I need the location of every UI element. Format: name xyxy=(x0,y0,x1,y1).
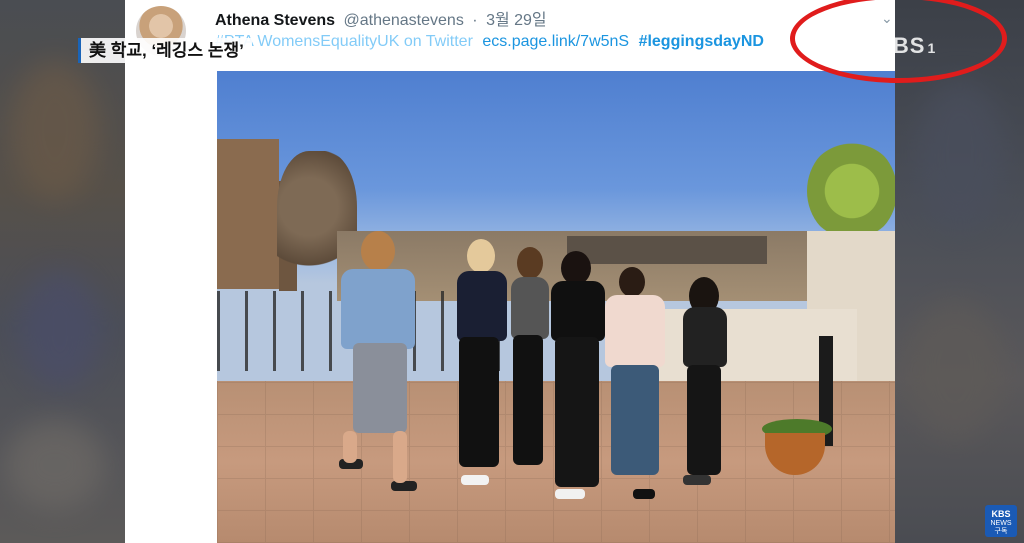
green-tree xyxy=(807,141,895,241)
broadcaster-logo-text: KBS xyxy=(876,33,926,58)
tweet-photo[interactable] xyxy=(217,71,895,543)
subscribe-badge-line2: NEWS xyxy=(990,519,1012,527)
broadcaster-logo: KBS 1 xyxy=(876,33,936,59)
subscribe-badge-line3: 구독 xyxy=(994,528,1008,536)
tweet-link[interactable]: ecs.page.link/7w5nS xyxy=(482,33,629,50)
tweet-text: #PTA WomensEqualityUK on Twitter ecs.pag… xyxy=(215,33,764,51)
news-caption: 美 학교, ‘레깅스 논쟁’ xyxy=(78,38,252,63)
author-handle[interactable]: @athenastevens xyxy=(344,12,464,29)
tweet-author-row: Athena Stevens @athenastevens · 3월 29일 xyxy=(215,6,547,30)
tweet-date[interactable]: 3월 29일 xyxy=(486,12,547,29)
author-name[interactable]: Athena Stevens xyxy=(215,12,335,29)
tweet-faded-text: #PTA WomensEqualityUK on Twitter xyxy=(215,33,473,50)
broadcaster-logo-suffix: 1 xyxy=(927,40,937,56)
left-blurred-background xyxy=(0,0,125,543)
date-separator: · xyxy=(472,12,478,29)
roof xyxy=(567,236,767,264)
tweet-card: Athena Stevens @athenastevens · 3월 29일 ⌄… xyxy=(125,0,1007,543)
brick-building xyxy=(217,139,279,289)
subscribe-badge[interactable]: KBS NEWS 구독 xyxy=(985,505,1017,537)
subscribe-badge-line1: KBS xyxy=(991,509,1011,519)
hashtag-link[interactable]: #leggingsdayND xyxy=(639,33,764,50)
